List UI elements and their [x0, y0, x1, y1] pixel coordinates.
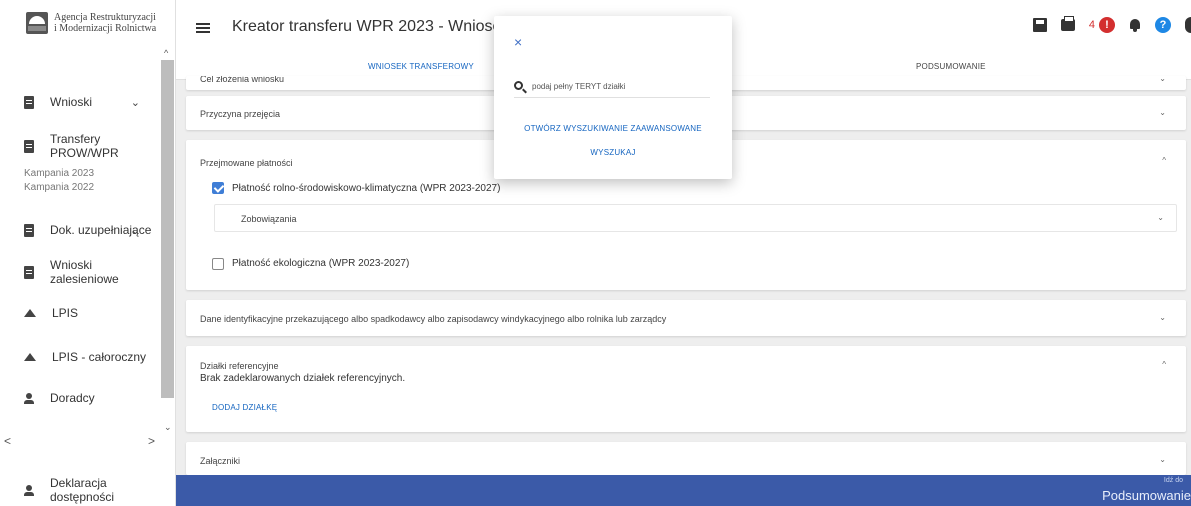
close-icon[interactable]: ×: [514, 34, 522, 50]
parcel-search-dialog: × OTWÓRZ WYSZUKIWANIE ZAAWANSOWANE WYSZU…: [494, 16, 732, 179]
search-field: [514, 78, 710, 98]
search-icon: [514, 81, 523, 90]
advanced-search-link[interactable]: OTWÓRZ WYSZUKIWANIE ZAAWANSOWANE: [494, 124, 732, 133]
search-button[interactable]: WYSZUKAJ: [494, 148, 732, 157]
teryt-search-input[interactable]: [532, 78, 708, 94]
